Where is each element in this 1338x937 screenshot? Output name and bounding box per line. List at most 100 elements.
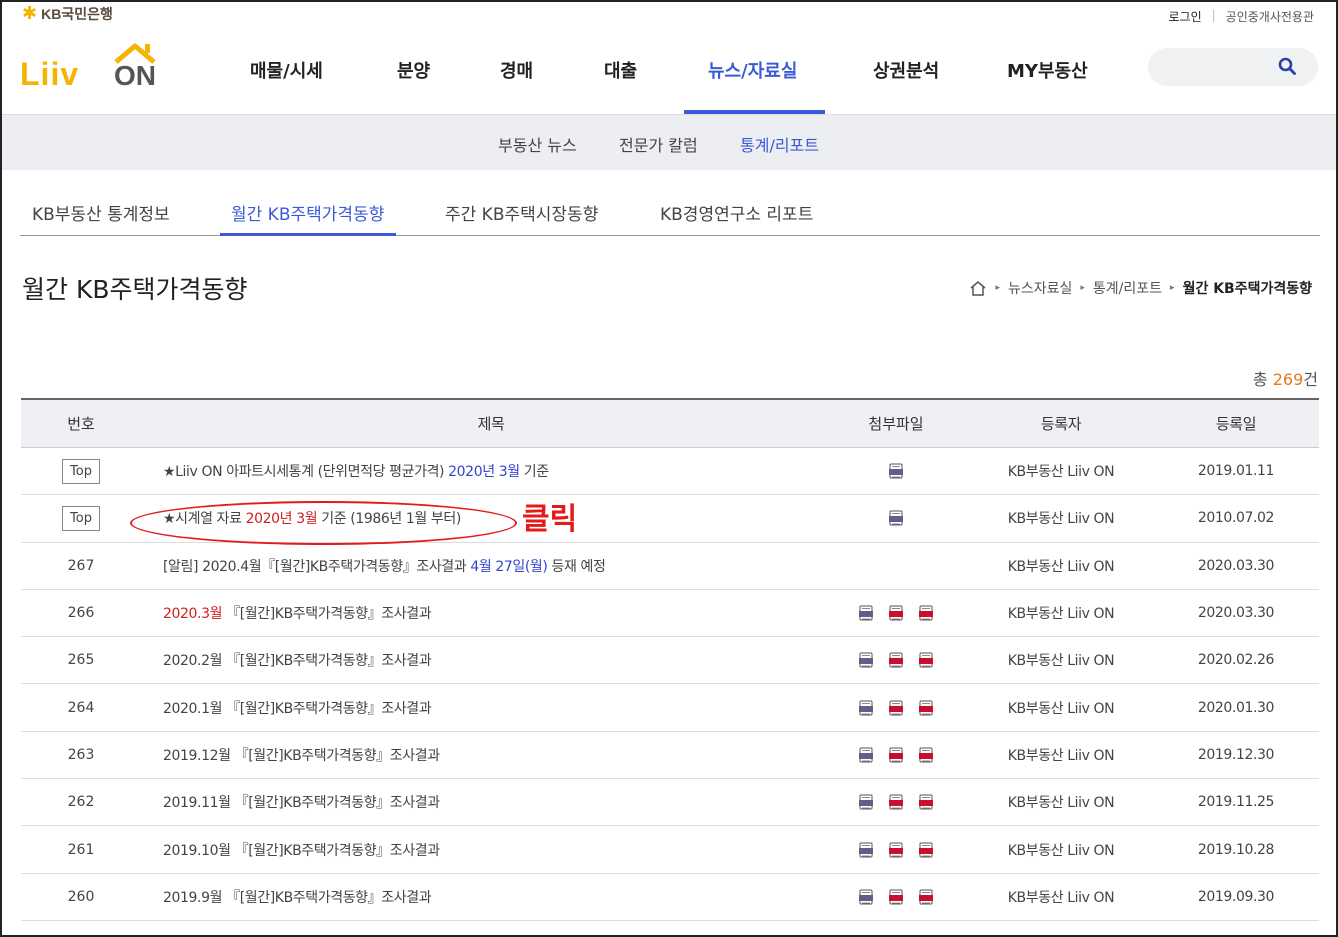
gnb-item[interactable]: 대출 <box>604 57 637 83</box>
row-author: KB부동산 Liiv ON <box>1007 795 1115 812</box>
row-author: KB부동산 Liiv ON <box>1007 700 1115 717</box>
pdf-file-icon[interactable] <box>918 889 934 905</box>
hwp-file-icon[interactable] <box>858 605 874 621</box>
liiv-on-logo[interactable]: Liiv ON <box>20 40 160 92</box>
table-row[interactable]: 264 2020.1월 『[월간]KB주택가격동향』조사결과 KB부동산 Liiv … <box>21 684 1319 732</box>
title-segment: 기준 <box>519 464 549 481</box>
tab-item[interactable]: KB부동산 통계정보 <box>32 200 170 225</box>
login-link[interactable]: 로그인 <box>1169 8 1202 25</box>
row-title-link[interactable]: 2020.1월 『[월간]KB주택가격동향』조사결과 <box>163 684 823 730</box>
pdf-file-icon[interactable] <box>918 794 934 810</box>
table-header: 번호 제목 첨부파일 등록자 등록일 <box>21 400 1319 448</box>
row-author: KB부동산 Liiv ON <box>1007 464 1115 481</box>
title-segment: [알림] 2020.4월『[월간]KB주택가격동향』조사결과 <box>163 558 471 575</box>
pdf-file-icon[interactable] <box>918 747 934 763</box>
pdf-file-icon[interactable] <box>888 842 904 858</box>
pdf-file-icon[interactable] <box>918 652 934 668</box>
total-number: 269 <box>1272 370 1304 389</box>
active-tab-underline <box>220 233 396 236</box>
logo-liiv-text: Liiv <box>20 56 80 92</box>
search-icon[interactable] <box>1278 57 1296 75</box>
row-attachments <box>841 543 951 589</box>
hwp-file-icon[interactable] <box>858 652 874 668</box>
pdf-file-icon[interactable] <box>888 747 904 763</box>
tab-item[interactable]: 월간 KB주택가격동향 <box>231 200 384 225</box>
row-author: KB부동산 Liiv ON <box>1007 747 1115 764</box>
annotation-oval <box>130 501 517 545</box>
row-attachments <box>841 826 951 872</box>
row-number-text: 265 <box>67 652 95 669</box>
row-date: 2020.01.30 <box>1197 699 1275 716</box>
row-attachments <box>841 448 951 494</box>
row-date: 2020.02.26 <box>1197 652 1275 669</box>
hwp-file-icon[interactable] <box>888 463 904 479</box>
pdf-file-icon[interactable] <box>918 605 934 621</box>
row-title-link[interactable]: [알림] 2020.4월『[월간]KB주택가격동향』조사결과 4월 27일(월)… <box>163 543 823 589</box>
pdf-file-icon[interactable] <box>888 889 904 905</box>
header-date: 등록일 <box>1215 415 1257 433</box>
pdf-file-icon[interactable] <box>888 700 904 716</box>
row-title-link[interactable]: 2019.10월 『[월간]KB주택가격동향』조사결과 <box>163 826 823 872</box>
row-title-link[interactable]: 2019.11월 『[월간]KB주택가격동향』조사결과 <box>163 779 823 825</box>
table-row[interactable]: 266 2020.3월 『[월간]KB주택가격동향』조사결과 KB부동산 Liiv … <box>21 590 1319 638</box>
subnav-item[interactable]: 전문가 칼럼 <box>619 132 698 156</box>
hwp-file-icon[interactable] <box>858 889 874 905</box>
tab-item[interactable]: KB경영연구소 리포트 <box>660 200 813 225</box>
table-row[interactable]: 261 2019.10월 『[월간]KB주택가격동향』조사결과 KB부동산 Liiv… <box>21 826 1319 874</box>
search-box[interactable] <box>1148 48 1318 86</box>
page-title: 월간 KB주택가격동향 <box>22 275 248 304</box>
row-date: 2019.12.30 <box>1197 746 1275 763</box>
row-attachments <box>841 495 951 541</box>
row-title-link[interactable]: 2020.2월 『[월간]KB주택가격동향』조사결과 <box>163 637 823 683</box>
title-segment: 2019.9월 『[월간]KB주택가격동향』조사결과 <box>163 889 432 906</box>
row-title-link[interactable]: 2020.3월 『[월간]KB주택가격동향』조사결과 <box>163 590 823 636</box>
broker-link[interactable]: 공인중개사전용관 <box>1226 8 1314 25</box>
hwp-file-icon[interactable] <box>858 700 874 716</box>
row-number-text: 266 <box>67 605 95 622</box>
breadcrumb-item[interactable]: 통계/리포트 <box>1093 278 1162 298</box>
title-segment: 4월 27일(월) <box>470 558 548 575</box>
row-title-link[interactable]: 2019.9월 『[월간]KB주택가격동향』조사결과 <box>163 874 823 920</box>
row-title-link[interactable]: 2019.12월 『[월간]KB주택가격동향』조사결과 <box>163 732 823 778</box>
row-title-link[interactable]: ★Liiv ON 아파트시세통계 (단위면적당 평균가격) 2020년 3월 기… <box>163 448 823 494</box>
title-segment: 2020.1월 『[월간]KB주택가격동향』조사결과 <box>163 700 432 717</box>
pdf-file-icon[interactable] <box>888 794 904 810</box>
row-number: 267 <box>21 543 141 589</box>
pdf-file-icon[interactable] <box>888 652 904 668</box>
breadcrumb-item[interactable]: 뉴스자료실 <box>1008 278 1072 298</box>
gnb-item[interactable]: MY부동산 <box>1007 57 1088 83</box>
hwp-file-icon[interactable] <box>858 842 874 858</box>
row-attachments <box>841 874 951 920</box>
table-row[interactable]: 267 [알림] 2020.4월『[월간]KB주택가격동향』조사결과 4월 27일… <box>21 543 1319 590</box>
kb-bank-logo[interactable]: ✱ KB국민은행 <box>22 4 113 24</box>
pdf-file-icon[interactable] <box>918 842 934 858</box>
gnb-item[interactable]: 상권분석 <box>873 57 939 83</box>
row-number: 265 <box>21 637 141 683</box>
tab-item[interactable]: 주간 KB주택시장동향 <box>445 200 598 225</box>
table-row[interactable]: 262 2019.11월 『[월간]KB주택가격동향』조사결과 KB부동산 Liiv… <box>21 779 1319 827</box>
pdf-file-icon[interactable] <box>888 605 904 621</box>
breadcrumb: ▸ 뉴스자료실 ▸ 통계/리포트 ▸ 월간 KB주택가격동향 <box>969 278 1312 298</box>
hwp-file-icon[interactable] <box>888 510 904 526</box>
row-author: KB부동산 Liiv ON <box>1007 653 1115 670</box>
table-row[interactable]: 265 2020.2월 『[월간]KB주택가격동향』조사결과 KB부동산 Liiv … <box>21 637 1319 685</box>
header-title: 제목 <box>477 415 505 433</box>
subnav-item[interactable]: 부동산 뉴스 <box>498 132 577 156</box>
utility-links: 로그인 | 공인중개사전용관 <box>1169 8 1315 25</box>
gnb-item[interactable]: 분양 <box>397 57 430 83</box>
gnb-item[interactable]: 뉴스/자료실 <box>708 57 797 83</box>
hwp-file-icon[interactable] <box>858 747 874 763</box>
table-row[interactable]: Top ★Liiv ON 아파트시세통계 (단위면적당 평균가격) 2020년 3… <box>21 448 1319 496</box>
pdf-file-icon[interactable] <box>918 700 934 716</box>
top-badge: Top <box>62 458 100 484</box>
total-prefix: 총 <box>1252 370 1273 389</box>
row-number-text: 262 <box>67 794 95 811</box>
gnb-item[interactable]: 매물/시세 <box>250 57 323 83</box>
home-icon[interactable] <box>969 280 987 296</box>
gnb-item[interactable]: 경매 <box>500 57 533 83</box>
subnav-item[interactable]: 통계/리포트 <box>740 132 819 156</box>
header-author: 등록자 <box>1040 415 1082 433</box>
hwp-file-icon[interactable] <box>858 794 874 810</box>
table-row[interactable]: 263 2019.12월 『[월간]KB주택가격동향』조사결과 KB부동산 Liiv… <box>21 732 1319 780</box>
table-row[interactable]: 260 2019.9월 『[월간]KB주택가격동향』조사결과 KB부동산 Liiv … <box>21 874 1319 921</box>
